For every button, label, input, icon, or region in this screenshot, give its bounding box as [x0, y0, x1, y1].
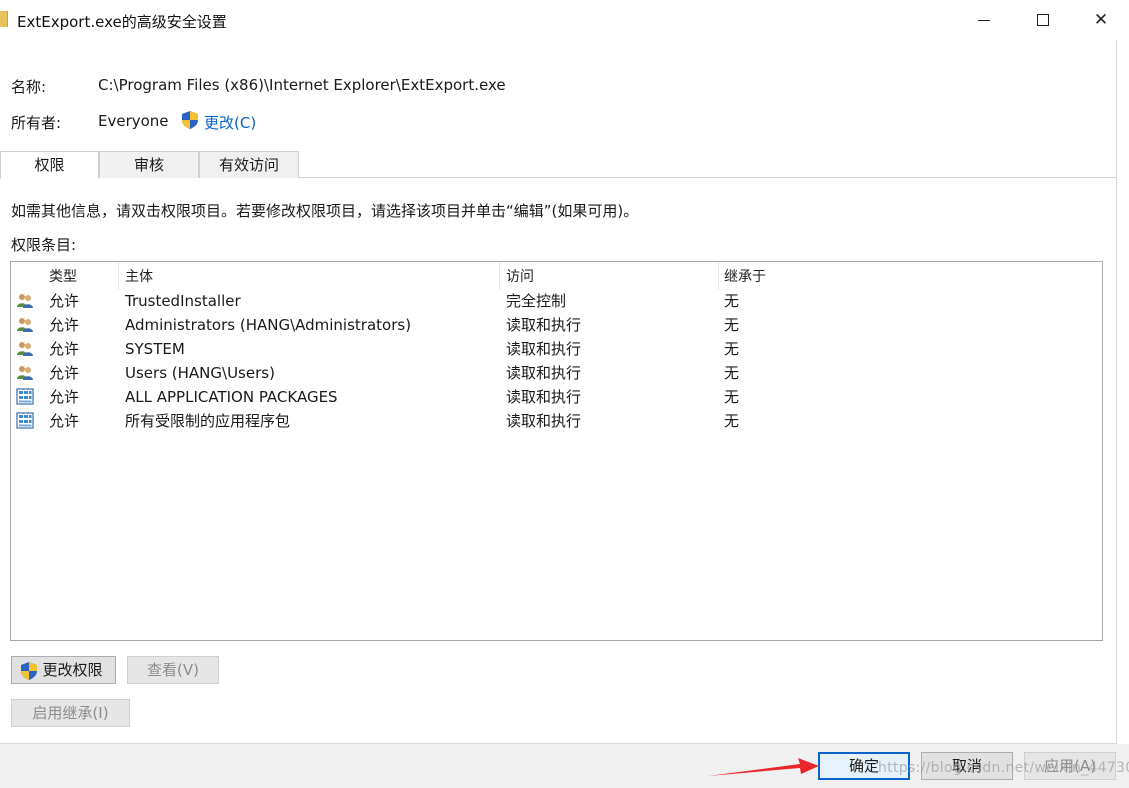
row-principal: Users (HANG\Users) — [125, 364, 275, 382]
uac-shield-icon — [21, 662, 37, 680]
row-inherited-from: 无 — [724, 388, 740, 406]
change-permissions-button[interactable]: 更改权限 — [11, 656, 116, 684]
hint-text: 如需其他信息，请双击权限项目。若要修改权限项目，请选择该项目并单击“编辑”(如果… — [11, 202, 639, 220]
column-divider[interactable] — [499, 262, 500, 290]
tab-permissions[interactable]: 权限 — [0, 151, 99, 179]
title-bar: ExtExport.exe的高级安全设置 ✕ — [0, 0, 1129, 40]
row-inherited-from: 无 — [724, 292, 740, 310]
name-value: C:\Program Files (x86)\Internet Explorer… — [98, 76, 506, 94]
app-package-icon — [16, 388, 34, 405]
minimize-button[interactable] — [956, 0, 1014, 40]
column-header-type[interactable]: 类型 — [49, 266, 77, 288]
row-access: 完全控制 — [506, 292, 567, 310]
row-type: 允许 — [49, 292, 80, 310]
row-inherited-from: 无 — [724, 340, 740, 358]
view-button[interactable]: 查看(V) — [127, 656, 219, 684]
table-row[interactable]: 允许 所有受限制的应用程序包 读取和执行 无 — [12, 409, 1101, 433]
change-owner-link[interactable]: 更改(C) — [204, 112, 256, 133]
row-principal: 所有受限制的应用程序包 — [125, 412, 291, 430]
row-principal: Administrators (HANG\Administrators) — [125, 316, 412, 334]
users-icon — [17, 342, 33, 356]
row-access: 读取和执行 — [506, 364, 582, 382]
owner-value: Everyone — [98, 112, 169, 130]
owner-label: 所有者: — [11, 114, 62, 132]
row-type: 允许 — [49, 412, 80, 430]
tab-effective-access[interactable]: 有效访问 — [199, 151, 299, 178]
name-label: 名称: — [11, 78, 47, 96]
table-row[interactable]: 允许 SYSTEM 读取和执行 无 — [12, 337, 1101, 361]
maximize-button[interactable] — [1014, 0, 1072, 40]
row-access: 读取和执行 — [506, 412, 582, 430]
column-header-principal[interactable]: 主体 — [125, 266, 153, 288]
table-row[interactable]: 允许 Users (HANG\Users) 读取和执行 无 — [12, 361, 1101, 385]
column-divider[interactable] — [718, 262, 719, 290]
tab-auditing[interactable]: 审核 — [99, 151, 199, 178]
row-type: 允许 — [49, 364, 80, 382]
permission-entries-list[interactable]: 类型 主体 访问 继承于 允许 TrustedInstaller 完全控制 无 … — [10, 261, 1103, 641]
column-header-access[interactable]: 访问 — [506, 266, 534, 288]
row-principal: SYSTEM — [125, 340, 185, 358]
app-package-icon — [16, 412, 34, 429]
table-row[interactable]: 允许 ALL APPLICATION PACKAGES 读取和执行 无 — [12, 385, 1101, 409]
folder-icon — [0, 11, 8, 27]
row-type: 允许 — [49, 316, 80, 334]
row-principal: TrustedInstaller — [125, 292, 241, 310]
change-permissions-label: 更改权限 — [42, 661, 103, 679]
row-principal: ALL APPLICATION PACKAGES — [125, 388, 338, 406]
red-arrow-annotation — [708, 758, 819, 776]
users-icon — [17, 318, 33, 332]
row-inherited-from: 无 — [724, 364, 740, 382]
enable-inheritance-button[interactable]: 启用继承(I) — [11, 699, 130, 727]
row-access: 读取和执行 — [506, 340, 582, 358]
table-row[interactable]: 允许 TrustedInstaller 完全控制 无 — [12, 289, 1101, 313]
users-icon — [17, 366, 33, 380]
row-access: 读取和执行 — [506, 316, 582, 334]
column-divider[interactable] — [118, 262, 119, 290]
row-type: 允许 — [49, 388, 80, 406]
permission-entries-label: 权限条目: — [11, 236, 77, 254]
row-inherited-from: 无 — [724, 412, 740, 430]
users-icon — [17, 294, 33, 308]
row-access: 读取和执行 — [506, 388, 582, 406]
row-type: 允许 — [49, 340, 80, 358]
window-title: ExtExport.exe的高级安全设置 — [17, 13, 227, 31]
watermark-text: https://blog.csdn.net/weixin_44730091 — [878, 760, 1129, 776]
close-button[interactable]: ✕ — [1072, 0, 1129, 40]
uac-shield-icon — [182, 111, 198, 129]
table-row[interactable]: 允许 Administrators (HANG\Administrators) … — [12, 313, 1101, 337]
column-header-inherited-from[interactable]: 继承于 — [724, 266, 766, 288]
row-inherited-from: 无 — [724, 316, 740, 334]
